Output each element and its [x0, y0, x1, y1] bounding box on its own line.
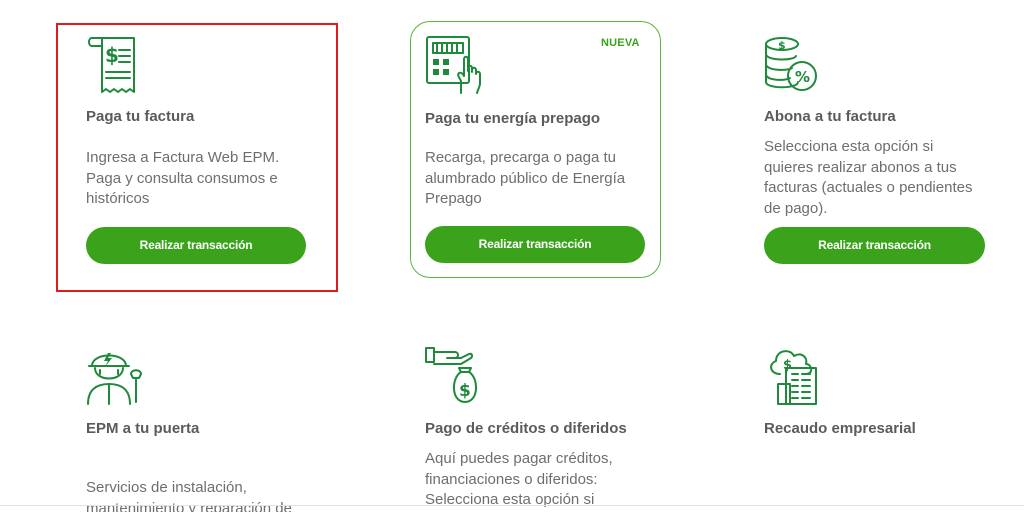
- coins-percent-icon: $ %: [765, 37, 817, 91]
- desc-line: Selecciona esta opción si: [764, 138, 934, 155]
- card-epm-a-tu-puerta[interactable]: EPM a tu puerta Servicios de instalación…: [86, 344, 326, 512]
- card-description: Ingresa a Factura Web EPM. Paga y consul…: [86, 148, 326, 210]
- technician-icon: [87, 353, 142, 405]
- svg-text:$: $: [778, 39, 786, 52]
- desc-line: financiaciones o diferidos:: [425, 470, 598, 488]
- desc-line: quieres realizar abonos a tus: [764, 158, 957, 176]
- desc-line: Ingresa a Factura Web EPM.: [86, 149, 280, 166]
- hand-money-bag-icon: $: [425, 347, 477, 403]
- desc-line: facturas (actuales o pendientes: [764, 179, 973, 196]
- svg-text:$: $: [105, 43, 119, 67]
- card-paga-tu-energia-prepago[interactable]: Paga tu energía prepago Recarga, precarg…: [425, 35, 665, 275]
- card-title: Paga tu factura: [86, 108, 195, 125]
- cloud-building-icon: $: [770, 350, 817, 405]
- desc-line: históricos: [86, 190, 150, 207]
- bottom-divider: [0, 505, 1024, 506]
- svg-text:$: $: [459, 381, 471, 401]
- invoice-dollar-icon: $: [88, 37, 135, 93]
- calculator-hand-icon: [426, 36, 481, 94]
- card-title: Paga tu energía prepago: [425, 110, 601, 127]
- realizar-transaccion-button[interactable]: Realizar transacción: [425, 226, 645, 263]
- card-description: Servicios de instalación, mantenimiento …: [86, 478, 326, 512]
- card-description: Selecciona esta opción si quieres realiz…: [764, 137, 1004, 219]
- card-paga-tu-factura[interactable]: $ Paga tu factura Ingresa a Factura Web …: [86, 34, 326, 274]
- card-title: Abona a tu factura: [764, 108, 896, 125]
- realizar-transaccion-button[interactable]: Realizar transacción: [764, 227, 985, 264]
- card-abona-a-tu-factura[interactable]: $ % Abona a tu factura Selecciona esta o…: [764, 34, 1004, 274]
- desc-line: Servicios de instalación,: [86, 479, 247, 496]
- desc-line: Selecciona esta opción si: [425, 491, 595, 508]
- card-title: Pago de créditos o diferidos: [425, 420, 627, 437]
- desc-line: Aquí puedes pagar créditos,: [425, 450, 613, 467]
- desc-line: alumbrado público de Energía: [425, 169, 626, 187]
- card-recaudo-empresarial[interactable]: $ Recaudo empresarial: [764, 344, 1004, 512]
- desc-line: Recarga, precarga o paga tu: [425, 149, 616, 166]
- desc-line: Prepago: [425, 190, 482, 207]
- svg-text:$: $: [783, 358, 792, 373]
- card-title: EPM a tu puerta: [86, 420, 200, 437]
- card-title: Recaudo empresarial: [764, 420, 916, 437]
- card-description: Aquí puedes pagar créditos, financiacion…: [425, 449, 665, 511]
- realizar-transaccion-button[interactable]: Realizar transacción: [86, 227, 306, 264]
- payment-options-page: NUEVA $ Paga tu factura Ingresa a Factur…: [0, 0, 1024, 512]
- card-pago-de-creditos[interactable]: $ Pago de créditos o diferidos Aquí pued…: [425, 344, 665, 512]
- svg-text:%: %: [795, 68, 810, 86]
- desc-line: de pago).: [764, 199, 828, 217]
- desc-line: Paga y consulta consumos e: [86, 169, 278, 187]
- card-description: Recarga, precarga o paga tu alumbrado pú…: [425, 148, 665, 210]
